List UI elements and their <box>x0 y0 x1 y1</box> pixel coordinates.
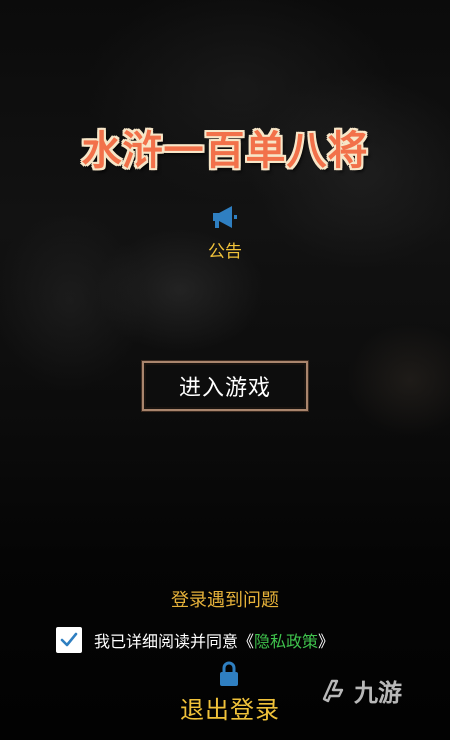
privacy-policy-link[interactable]: 隐私政策 <box>254 632 318 651</box>
agreement-checkbox[interactable] <box>56 627 82 653</box>
agreement-text: 我已详细阅读并同意《隐私政策》 <box>94 628 334 652</box>
agreement-prefix: 我已详细阅读并同意 <box>94 632 239 651</box>
check-icon <box>60 632 78 647</box>
agreement-close-bracket: 》 <box>318 632 335 651</box>
watermark-text: 九游 <box>354 678 402 707</box>
site-watermark: 九游 <box>318 672 402 708</box>
lock-icon <box>220 661 238 686</box>
game-title: 水浒一百单八将 <box>81 127 369 174</box>
notice-button[interactable]: 公告 <box>175 203 275 262</box>
game-login-screen: 水浒一百单八将 公告 进入游戏 登录遇到问题 我已详细阅读并同意《隐私政策》 退… <box>0 0 450 740</box>
login-problem-link[interactable]: 登录遇到问题 <box>0 586 450 612</box>
logout-button[interactable]: 退出登录 <box>150 690 310 725</box>
agreement-open-bracket: 《 <box>238 632 255 651</box>
enter-game-button[interactable]: 进入游戏 <box>141 360 309 412</box>
jiuyou-logo-icon <box>322 679 344 703</box>
notice-label: 公告 <box>208 242 242 262</box>
megaphone-icon <box>213 206 237 228</box>
privacy-agreement-row: 我已详细阅读并同意《隐私政策》 <box>56 626 334 654</box>
